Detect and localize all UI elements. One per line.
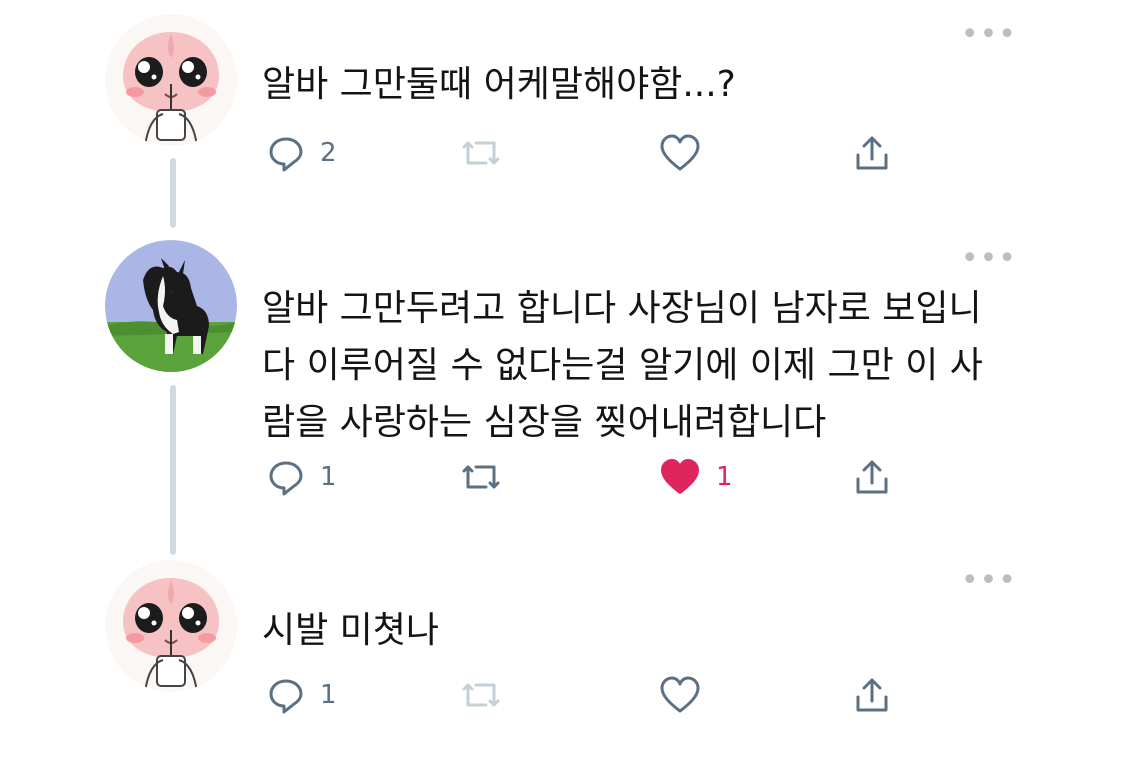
like-button[interactable] [658, 128, 702, 178]
tweet-actions: 2 [262, 128, 962, 178]
retweet-icon [458, 675, 504, 715]
retweet-icon [458, 133, 504, 173]
tweet-actions: 1 [262, 670, 962, 720]
more-options-icon[interactable]: ••• [961, 566, 1017, 596]
tweet-text: 알바 그만둘때 어케말해야함...? [262, 64, 736, 105]
reply-button[interactable]: 2 [266, 128, 337, 178]
share-icon [852, 675, 892, 715]
reply-icon [266, 675, 306, 715]
peach-character-avatar[interactable] [105, 560, 237, 692]
share-button[interactable] [852, 452, 892, 502]
share-icon [852, 133, 892, 173]
like-button[interactable] [658, 670, 702, 720]
thread-connector-line [170, 385, 176, 555]
share-button[interactable] [852, 128, 892, 178]
reply-count: 1 [320, 680, 337, 710]
retweet-button[interactable] [458, 128, 504, 178]
border-collie-avatar[interactable] [105, 240, 237, 372]
tweet-text: 시발 미쳣나 [262, 610, 440, 651]
retweet-button[interactable] [458, 670, 504, 720]
heart-outline-icon [658, 675, 702, 715]
reply-icon [266, 457, 306, 497]
like-button[interactable]: 1 [658, 452, 733, 502]
peach-character-avatar[interactable] [105, 14, 237, 146]
reply-count: 1 [320, 462, 337, 492]
retweet-icon [458, 457, 504, 497]
reply-icon [266, 133, 306, 173]
tweet-actions: 1 1 [262, 452, 962, 502]
share-icon [852, 457, 892, 497]
more-options-icon[interactable]: ••• [961, 20, 1017, 50]
like-count: 1 [716, 462, 733, 492]
tweet-text: 알바 그만두려고 합니다 사장님이 남자로 보입니 다 이루어질 수 없다는걸 … [262, 288, 983, 443]
retweet-button[interactable] [458, 452, 504, 502]
thread-connector-line [170, 158, 176, 228]
reply-button[interactable]: 1 [266, 452, 337, 502]
more-options-icon[interactable]: ••• [961, 244, 1017, 274]
reply-count: 2 [320, 138, 337, 168]
heart-outline-icon [658, 133, 702, 173]
heart-filled-icon [658, 457, 702, 497]
reply-button[interactable]: 1 [266, 670, 337, 720]
share-button[interactable] [852, 670, 892, 720]
